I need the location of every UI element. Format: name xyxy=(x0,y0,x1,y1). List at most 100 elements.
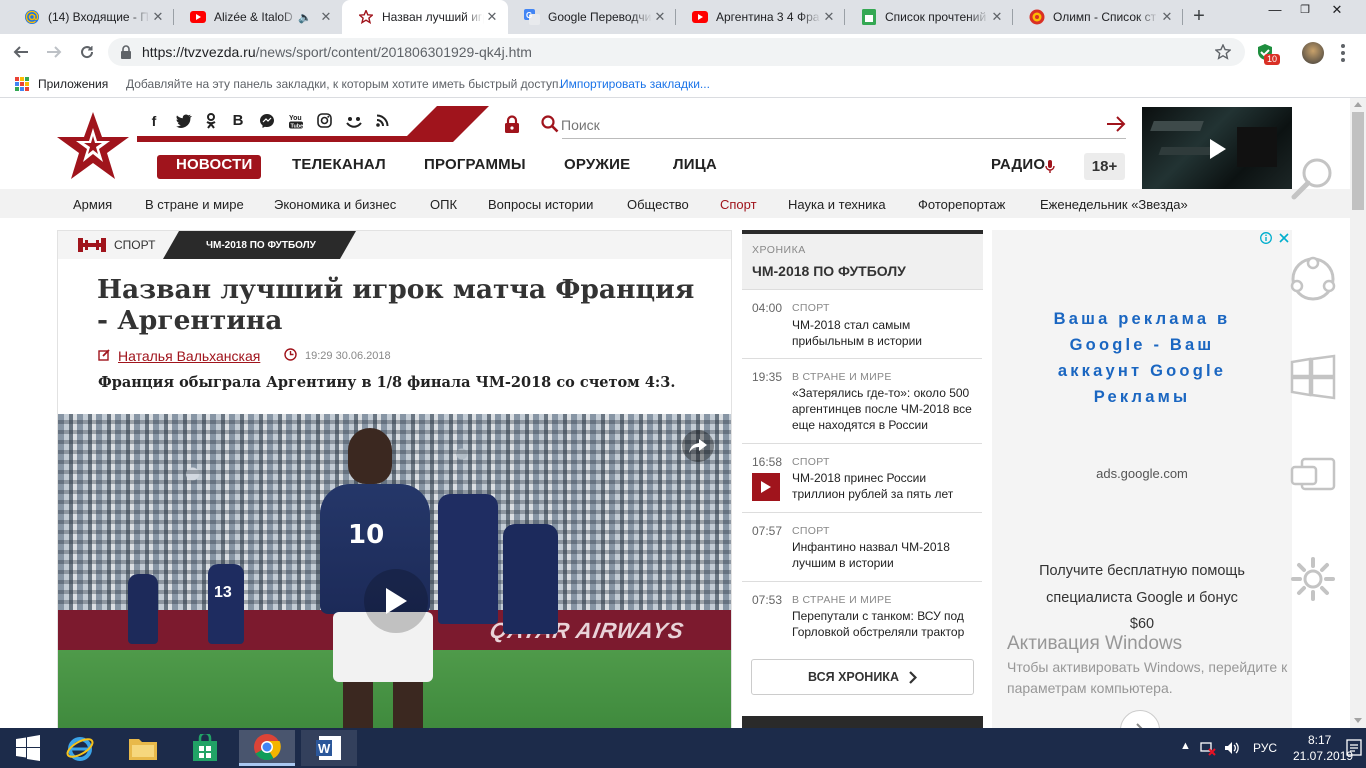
article-author-link[interactable]: Наталья Вальханская xyxy=(118,348,260,364)
search-submit-arrow-icon[interactable] xyxy=(1106,115,1126,133)
all-chronicle-button[interactable]: ВСЯ ХРОНИКА xyxy=(751,659,974,695)
bookmark-star-icon[interactable] xyxy=(1215,44,1231,60)
ad-headline[interactable]: Ваша реклама в Google - Ваш аккаунт Goog… xyxy=(1027,306,1257,410)
article-section[interactable]: СПОРТ xyxy=(114,238,155,252)
start-button[interactable] xyxy=(0,730,56,766)
taskbar-chrome-active[interactable] xyxy=(239,730,295,766)
scrollbar-thumb[interactable] xyxy=(1352,112,1364,210)
network-error-icon[interactable] xyxy=(1200,740,1216,756)
close-tab-icon[interactable]: ✕ xyxy=(821,9,837,25)
tray-expand-icon[interactable]: ▲ xyxy=(1180,740,1191,752)
extension-shield-button[interactable]: 10 xyxy=(1256,43,1281,65)
network-widget-icon[interactable] xyxy=(1288,254,1338,304)
nav-item-people[interactable]: ЛИЦА xyxy=(673,156,717,173)
browser-tab[interactable]: Аргентина 3 4 Фра ✕ xyxy=(676,0,845,34)
rss-icon[interactable] xyxy=(376,114,389,127)
browser-tab[interactable]: Олимп - Список ст ✕ xyxy=(1013,0,1183,34)
subnav-weekly[interactable]: Еженедельник «Звезда» xyxy=(1040,197,1188,212)
input-language[interactable]: РУС xyxy=(1253,741,1277,755)
settings-gear-widget-icon[interactable] xyxy=(1290,556,1336,602)
nav-item-programs[interactable]: ПРОГРАММЫ xyxy=(424,156,526,173)
taskbar-explorer[interactable] xyxy=(115,730,171,766)
subnav-history[interactable]: Вопросы истории xyxy=(488,197,593,212)
vkontakte-icon[interactable]: B xyxy=(230,112,246,129)
subnav-country-world[interactable]: В стране и мире xyxy=(145,197,244,212)
instagram-icon[interactable] xyxy=(317,113,332,128)
chronicle-title[interactable]: ЧМ-2018 ПО ФУТБОЛУ xyxy=(752,263,906,279)
browser-tab[interactable]: Назван лучший игр ✕ xyxy=(342,0,508,34)
nav-item-news[interactable]: НОВОСТИ xyxy=(176,156,252,173)
subnav-sport[interactable]: Спорт xyxy=(720,197,757,212)
browser-tab[interactable]: (14) Входящие - По ✕ xyxy=(8,0,174,34)
close-tab-icon[interactable]: ✕ xyxy=(652,9,668,25)
profile-avatar[interactable] xyxy=(1302,42,1324,64)
magnifier-widget-icon[interactable] xyxy=(1290,156,1336,202)
chronicle-item[interactable]: 16:58 СПОРТ ЧМ-2018 принес России трилли… xyxy=(742,444,982,513)
subnav-science[interactable]: Наука и техника xyxy=(788,197,886,212)
import-bookmarks-link[interactable]: Импортировать закладки... xyxy=(560,77,710,91)
video-play-button[interactable] xyxy=(364,569,428,633)
odnoklassniki-icon[interactable] xyxy=(205,112,217,129)
apps-link[interactable]: Приложения xyxy=(38,77,108,91)
twitter-icon[interactable] xyxy=(176,114,192,128)
clock-time[interactable]: 8:17 xyxy=(1308,733,1331,747)
back-button[interactable] xyxy=(9,40,33,64)
url-text: https://tvzvezda.ru/news/sport/content/2… xyxy=(142,44,532,60)
windows-widget-icon[interactable] xyxy=(1290,354,1336,400)
browser-menu-button[interactable] xyxy=(1332,42,1354,64)
ad-cta-button[interactable] xyxy=(1120,710,1160,728)
subnav-photo[interactable]: Фоторепортаж xyxy=(918,197,1005,212)
ad-info-icon[interactable] xyxy=(1260,232,1272,244)
nav-item-tv[interactable]: ТЕЛЕКАНАЛ xyxy=(292,156,386,173)
taskbar-store[interactable] xyxy=(177,730,233,766)
chronicle-item[interactable]: 07:53 В СТРАНЕ И МИРЕ Перепутали с танко… xyxy=(742,582,982,640)
volume-icon[interactable] xyxy=(1224,740,1240,756)
taskbar-ie[interactable] xyxy=(52,730,108,766)
close-window-button[interactable]: ✕ xyxy=(1322,0,1352,20)
ad-domain[interactable]: ads.google.com xyxy=(992,466,1292,481)
close-tab-icon[interactable]: ✕ xyxy=(150,9,166,25)
zvezda-star-logo[interactable] xyxy=(55,110,131,182)
nav-item-weapons[interactable]: ОРУЖИЕ xyxy=(564,156,630,173)
subnav-economy[interactable]: Экономика и бизнес xyxy=(274,197,396,212)
taskbar-word[interactable]: W xyxy=(301,730,357,766)
close-tab-icon[interactable]: ✕ xyxy=(318,9,334,25)
restore-button[interactable]: ❐ xyxy=(1290,0,1320,20)
browser-tab[interactable]: G Google Переводчи ✕ xyxy=(508,0,676,34)
yandex-zen-icon[interactable] xyxy=(345,114,363,128)
scroll-up-arrow-icon[interactable] xyxy=(1354,102,1362,107)
browser-tab[interactable]: Список прочтений ✕ xyxy=(845,0,1013,34)
chronicle-item[interactable]: 07:57 СПОРТ Инфантино назвал ЧМ-2018 луч… xyxy=(742,513,982,582)
page-scrollbar[interactable] xyxy=(1350,98,1366,728)
chronicle-item[interactable]: 04:00 СПОРТ ЧМ-2018 стал самым прибыльны… xyxy=(742,290,982,359)
search-input[interactable] xyxy=(561,114,1091,136)
devices-widget-icon[interactable] xyxy=(1290,456,1336,496)
login-lock-icon[interactable] xyxy=(503,115,521,133)
close-tab-icon[interactable]: ✕ xyxy=(989,9,1005,25)
close-tab-icon[interactable]: ✕ xyxy=(484,9,500,25)
browser-tab[interactable]: Alizée & ItaloD 🔈 ✕ xyxy=(174,0,342,34)
forward-button[interactable] xyxy=(42,40,66,64)
reload-button[interactable] xyxy=(75,40,99,64)
article-tag[interactable]: ЧМ-2018 ПО ФУТБОЛУ xyxy=(206,240,316,251)
ad-close-icon[interactable] xyxy=(1278,232,1290,244)
subnav-opk[interactable]: ОПК xyxy=(430,197,457,212)
article-video-player[interactable]: QATAR AIRWAYS 13 10 xyxy=(58,414,731,728)
minimize-button[interactable]: — xyxy=(1260,0,1290,20)
share-button[interactable] xyxy=(682,430,714,462)
scroll-down-arrow-icon[interactable] xyxy=(1354,718,1362,723)
chronicle-item[interactable]: 19:35 В СТРАНЕ И МИРЕ «Затерялись где-то… xyxy=(742,359,982,444)
subnav-society[interactable]: Общество xyxy=(627,197,689,212)
clock-date[interactable]: 21.07.2019 xyxy=(1293,749,1353,763)
nav-item-radio[interactable]: РАДИО xyxy=(991,156,1045,173)
subnav-army[interactable]: Армия xyxy=(73,197,112,212)
messenger-icon[interactable] xyxy=(259,113,275,129)
close-tab-icon[interactable]: ✕ xyxy=(1159,9,1175,25)
address-bar[interactable]: https://tvzvezda.ru/news/sport/content/2… xyxy=(108,38,1245,66)
facebook-icon[interactable]: f xyxy=(145,113,163,129)
tab-audio-icon[interactable]: 🔈 xyxy=(298,11,312,24)
youtube-icon[interactable]: YouTube xyxy=(288,113,304,129)
live-video-thumbnail[interactable] xyxy=(1142,107,1292,191)
notifications-icon[interactable] xyxy=(1346,738,1362,758)
new-tab-button[interactable]: + xyxy=(1187,5,1211,29)
